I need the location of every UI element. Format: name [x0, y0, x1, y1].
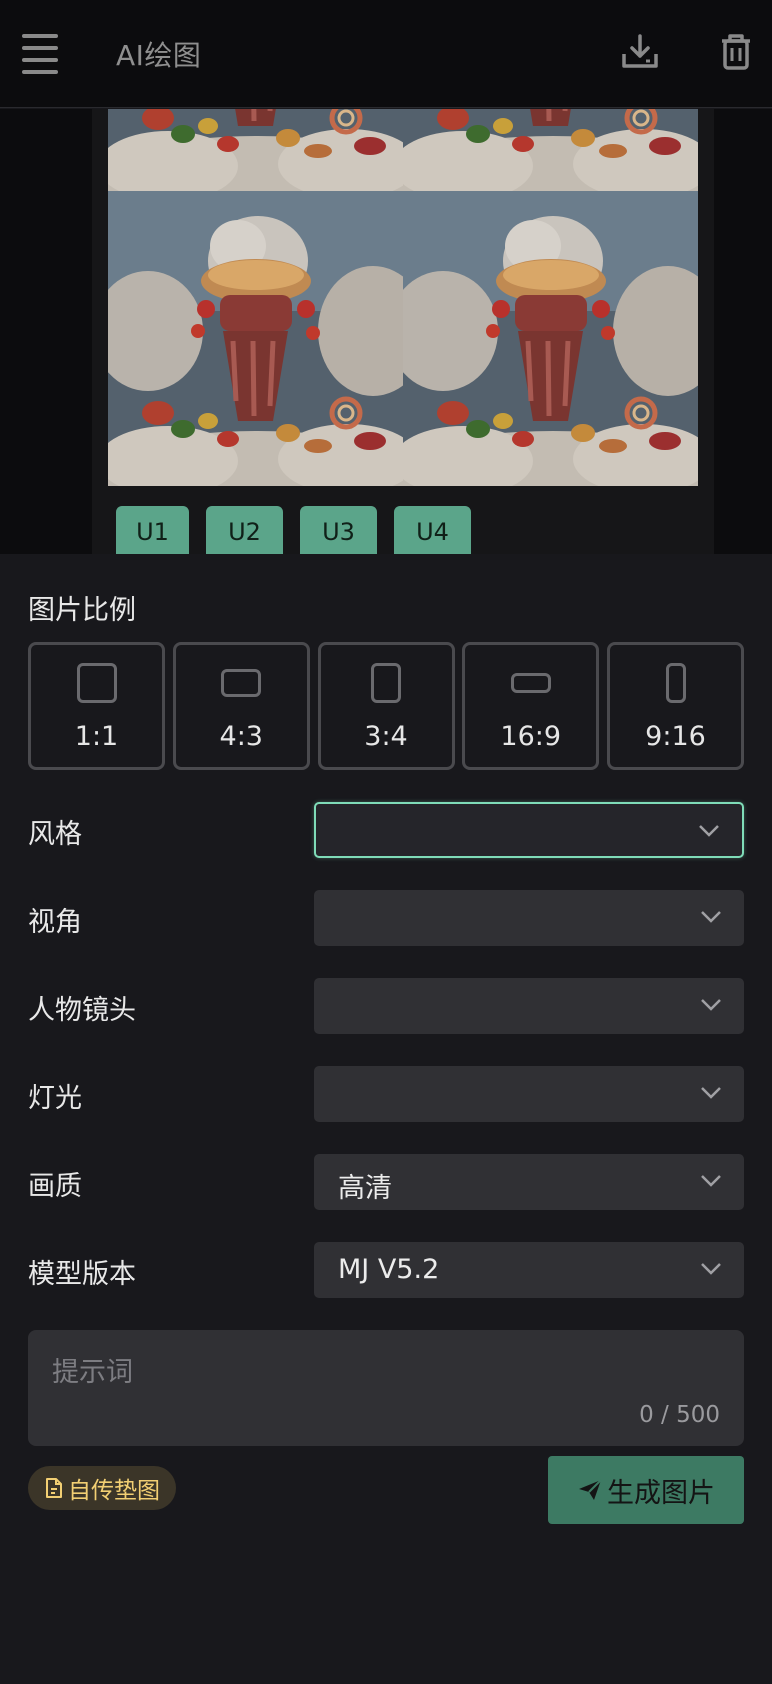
- ratio-option-label: 3:4: [364, 721, 408, 752]
- upscale-u4-button[interactable]: U4: [394, 506, 471, 554]
- prompt-placeholder: 提示词: [52, 1357, 133, 1388]
- generated-image[interactable]: [108, 109, 403, 191]
- upscale-buttons: U1 U2 U3 U4: [116, 506, 488, 554]
- ratio-option-label: 4:3: [219, 721, 263, 752]
- upscale-u2-button[interactable]: U2: [206, 506, 283, 554]
- ratio-option-3-4[interactable]: 3:4: [317, 642, 455, 770]
- quality-label: 画质: [28, 1171, 82, 1202]
- ratio-option-label: 1:1: [74, 721, 119, 752]
- style-label: 风格: [28, 819, 82, 850]
- generated-image[interactable]: [403, 191, 698, 486]
- menu-icon[interactable]: [22, 34, 58, 74]
- page-title: AI绘图: [116, 39, 202, 72]
- wide-icon: [510, 673, 551, 693]
- generate-image-button[interactable]: 生成图片: [548, 1456, 744, 1524]
- ratio-option-4-3[interactable]: 4:3: [172, 642, 310, 770]
- shot-select[interactable]: [314, 978, 744, 1034]
- ratio-option-label: 16:9: [500, 721, 562, 752]
- ratio-option-label: 9:16: [645, 721, 706, 752]
- app-header: AI绘图: [0, 0, 772, 108]
- upscale-u1-button[interactable]: U1: [116, 506, 189, 554]
- generated-image[interactable]: [108, 191, 403, 486]
- chevron-down-icon: [701, 999, 721, 1011]
- portrait-icon: [371, 663, 401, 703]
- view-label: 视角: [28, 907, 82, 938]
- ratio-label: 图片比例: [28, 595, 136, 626]
- ratio-option-9-16[interactable]: 9:16: [607, 642, 744, 770]
- chevron-down-icon: [699, 825, 719, 837]
- generated-image[interactable]: [403, 109, 698, 191]
- trash-icon[interactable]: [714, 30, 758, 74]
- ratio-option-1-1[interactable]: 1:1: [28, 642, 165, 770]
- light-label: 灯光: [28, 1083, 82, 1114]
- chevron-down-icon: [701, 1175, 721, 1187]
- style-select[interactable]: [314, 802, 744, 858]
- ratio-option-16-9[interactable]: 16:9: [462, 642, 600, 770]
- generated-image-grid[interactable]: [108, 109, 698, 486]
- result-card: U1 U2 U3 U4: [92, 109, 714, 554]
- light-select[interactable]: [314, 1066, 744, 1122]
- model-label: 模型版本: [28, 1259, 136, 1290]
- tall-icon: [665, 663, 686, 703]
- quality-value: 高清: [338, 1173, 392, 1204]
- prompt-textarea[interactable]: 提示词 0 / 500: [28, 1330, 744, 1446]
- quality-select[interactable]: 高清: [314, 1154, 744, 1210]
- generate-label: 生成图片: [607, 1477, 715, 1509]
- square-icon: [76, 663, 117, 703]
- chat-area: U1 U2 U3 U4: [0, 109, 772, 554]
- view-select[interactable]: [314, 890, 744, 946]
- send-icon: [579, 1479, 602, 1500]
- ratio-options: 1:1 4:3 3:4 16:9 9:16: [28, 642, 744, 770]
- chevron-down-icon: [701, 911, 721, 923]
- upload-reference-button[interactable]: 自传垫图: [28, 1466, 176, 1510]
- chevron-down-icon: [701, 1087, 721, 1099]
- upload-label: 自传垫图: [68, 1478, 160, 1504]
- download-icon[interactable]: [618, 30, 662, 74]
- ai-drawing-app: AI绘图 U1 U2 U3 U4 图片比例 1:1 4:3 3:4 16:9 9…: [0, 0, 772, 1684]
- upscale-u3-button[interactable]: U3: [300, 506, 377, 554]
- file-upload-icon: [46, 1478, 62, 1498]
- model-value: MJ V5.2: [338, 1254, 440, 1285]
- prompt-char-counter: 0 / 500: [639, 1402, 720, 1428]
- model-select[interactable]: MJ V5.2: [314, 1242, 744, 1298]
- shot-label: 人物镜头: [28, 995, 136, 1026]
- chevron-down-icon: [701, 1263, 721, 1275]
- settings-panel: 图片比例 1:1 4:3 3:4 16:9 9:16 风格 视角 人物镜头 灯光…: [0, 554, 772, 1684]
- landscape-icon: [221, 669, 262, 697]
